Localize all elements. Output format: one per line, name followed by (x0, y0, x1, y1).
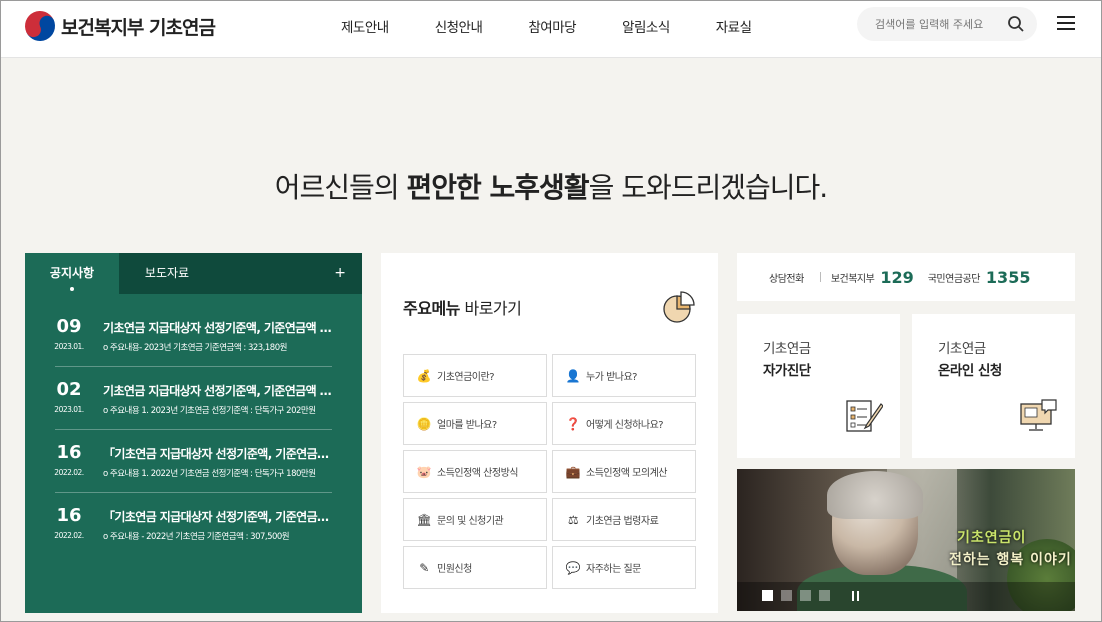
person-icon: 👤 (565, 368, 581, 383)
site-logo[interactable]: 보건복지부 기초연금 (20, 6, 216, 46)
notice-title[interactable]: 「기초연금 지급대상자 선정기준액, 기준연금액 고시」 (103, 508, 335, 525)
slide-indicator-2[interactable] (781, 590, 792, 601)
nav-resources[interactable]: 자료실 (716, 16, 752, 36)
notice-day: 02 (56, 379, 82, 400)
menu-civil-petition[interactable]: ✎ 민원신청 (403, 546, 547, 589)
money-bag-icon: 💼 (565, 464, 581, 479)
notice-day: 16 (56, 505, 82, 526)
notice-day: 16 (56, 442, 82, 463)
main-menu-shortcuts: 주요메뉴 바로가기 💰 기초연금이란? 👤 누가 받나요? 🪙 얼마를 받나요? ❓ 어… (381, 253, 718, 613)
video-caption: 기초연금이 전하는 행복 이야기 (949, 530, 1072, 568)
card-title: 기초연금 온라인 신청 (938, 341, 1002, 379)
nav-system-guide[interactable]: 제도안내 (341, 16, 389, 36)
search-icon[interactable] (1007, 15, 1025, 33)
menu-income-calculation-method[interactable]: 🐷 소득인정액 산정방식 (403, 450, 547, 493)
notice-year-month: 2023.01. (54, 405, 84, 414)
gavel-icon: ⚖ (567, 512, 579, 527)
tel-divider (819, 272, 821, 282)
pause-icon[interactable] (852, 591, 860, 601)
menu-faq[interactable]: 💬 자주하는 질문 (552, 546, 696, 589)
menu-what-is-basic-pension[interactable]: 💰 기초연금이란? (403, 354, 547, 397)
notice-description: o 주요내용 1. 2023년 기초연금 선정기준액 : 단독가구 202만원 (103, 406, 316, 416)
hamburger-menu-icon[interactable] (1057, 16, 1075, 30)
online-application-card[interactable]: 기초연금 온라인 신청 (912, 314, 1075, 458)
menu-how-to-apply[interactable]: ❓ 어떻게 신청하나요? (552, 402, 696, 445)
nav-participation[interactable]: 참여마당 (528, 16, 576, 36)
pie-chart-icon (663, 291, 695, 323)
tel-org-mohw: 보건복지부 (830, 273, 875, 285)
tab-press-releases[interactable]: 보도자료 (119, 253, 215, 294)
notice-tabs: 공지사항 보도자료 + (25, 253, 362, 294)
tel-number-1355[interactable]: 1355 (986, 268, 1031, 287)
menu-who-receives[interactable]: 👤 누가 받나요? (552, 354, 696, 397)
tel-org-nps: 국민연금공단 (927, 273, 981, 285)
piggy-bank-icon: 🐷 (416, 464, 432, 479)
slide-indicator-4[interactable] (819, 590, 830, 601)
coins-icon: 💰 (416, 368, 432, 383)
card-title: 기초연금 자가진단 (763, 341, 811, 379)
notice-day: 09 (56, 316, 82, 337)
site-header: 보건복지부 기초연금 제도안내 신청안내 참여마당 알림소식 자료실 (1, 1, 1101, 58)
menu-legal-materials[interactable]: ⚖ 기초연금 법령자료 (552, 498, 696, 541)
notice-item[interactable]: 16 2022.02. 「기초연금 지급대상자 선정기준액, 기준연금액 고시」… (54, 430, 335, 493)
notice-title[interactable]: 기초연금 지급대상자 선정기준액, 기준연금액 안내 (103, 382, 335, 399)
main-navigation: 제도안내 신청안내 참여마당 알림소식 자료실 (341, 16, 798, 36)
building-icon: 🏛 (416, 512, 432, 527)
faq-icon: 💬 (565, 560, 581, 575)
notice-item[interactable]: 16 2022.02. 「기초연금 지급대상자 선정기준액, 기준연금액 고시」… (54, 493, 335, 556)
promo-video-banner[interactable]: 기초연금이 전하는 행복 이야기 (737, 469, 1075, 611)
slide-indicator-1[interactable] (762, 590, 773, 601)
computer-icon (1020, 399, 1057, 431)
nav-news[interactable]: 알림소식 (622, 16, 670, 36)
search-input[interactable] (875, 15, 1005, 33)
self-diagnosis-card[interactable]: 기초연금 자가진단 (737, 314, 900, 458)
notice-item[interactable]: 02 2023.01. 기초연금 지급대상자 선정기준액, 기준연금액 안내 o… (54, 367, 335, 430)
slide-indicator-3[interactable] (800, 590, 811, 601)
tab-notices[interactable]: 공지사항 (25, 253, 119, 294)
hero-slogan: 어르신들의 편안한 노후생활을 도와드리겠습니다. (1, 166, 1101, 206)
tel-number-129[interactable]: 129 (880, 268, 913, 287)
hero-text-post: 을 도와드리겠습니다. (588, 171, 829, 204)
main-menu-grid: 💰 기초연금이란? 👤 누가 받나요? 🪙 얼마를 받나요? ❓ 어떻게 신청하나요? … (403, 354, 696, 589)
consultation-phone-bar: 상담전화 보건복지부 129 국민연금공단 1355 (737, 253, 1075, 301)
notice-more-button[interactable]: + (334, 253, 346, 294)
checklist-icon (846, 400, 883, 432)
notice-title[interactable]: 기초연금 지급대상자 선정기준액, 기준연금액 변경 안내 (103, 319, 335, 336)
menu-income-simulation[interactable]: 💼 소득인정액 모의계산 (552, 450, 696, 493)
hero-text-pre: 어르신들의 (274, 171, 407, 204)
pen-icon: ✎ (419, 560, 429, 575)
question-coin-icon: ❓ (565, 416, 581, 431)
notice-panel: 공지사항 보도자료 + 09 2023.01. 기초연금 지급대상자 선정기준액… (25, 253, 362, 613)
notice-description: o 주요내용 1. 2022년 기초연금 선정기준액 : 단독가구 180만원 (103, 469, 316, 479)
coin-stack-icon: 🪙 (416, 416, 432, 431)
notice-description: o 주요내용- 2023년 기초연금 기준연금액 : 323,180원 (103, 343, 287, 353)
main-menu-title: 주요메뉴 바로가기 (403, 299, 522, 318)
logo-text: 보건복지부 기초연금 (61, 16, 216, 39)
search-box (857, 7, 1037, 41)
menu-how-much[interactable]: 🪙 얼마를 받나요? (403, 402, 547, 445)
notice-title[interactable]: 「기초연금 지급대상자 선정기준액, 기준연금액 고시」 (103, 445, 335, 462)
menu-inquiry-agencies[interactable]: 🏛 문의 및 신청기관 (403, 498, 547, 541)
taeguk-emblem-icon (20, 6, 60, 46)
notice-year-month: 2022.02. (54, 468, 84, 477)
nav-application-guide[interactable]: 신청안내 (435, 16, 483, 36)
notice-year-month: 2023.01. (54, 342, 84, 351)
notice-year-month: 2022.02. (54, 531, 84, 540)
hero-text-bold: 편안한 노후생활 (406, 171, 589, 204)
notice-item[interactable]: 09 2023.01. 기초연금 지급대상자 선정기준액, 기준연금액 변경 안… (54, 304, 335, 367)
notice-description: o 주요내용 - 2022년 기초연금 기준연금액 : 307,500원 (103, 532, 290, 542)
tel-label: 상담전화 (769, 273, 804, 285)
